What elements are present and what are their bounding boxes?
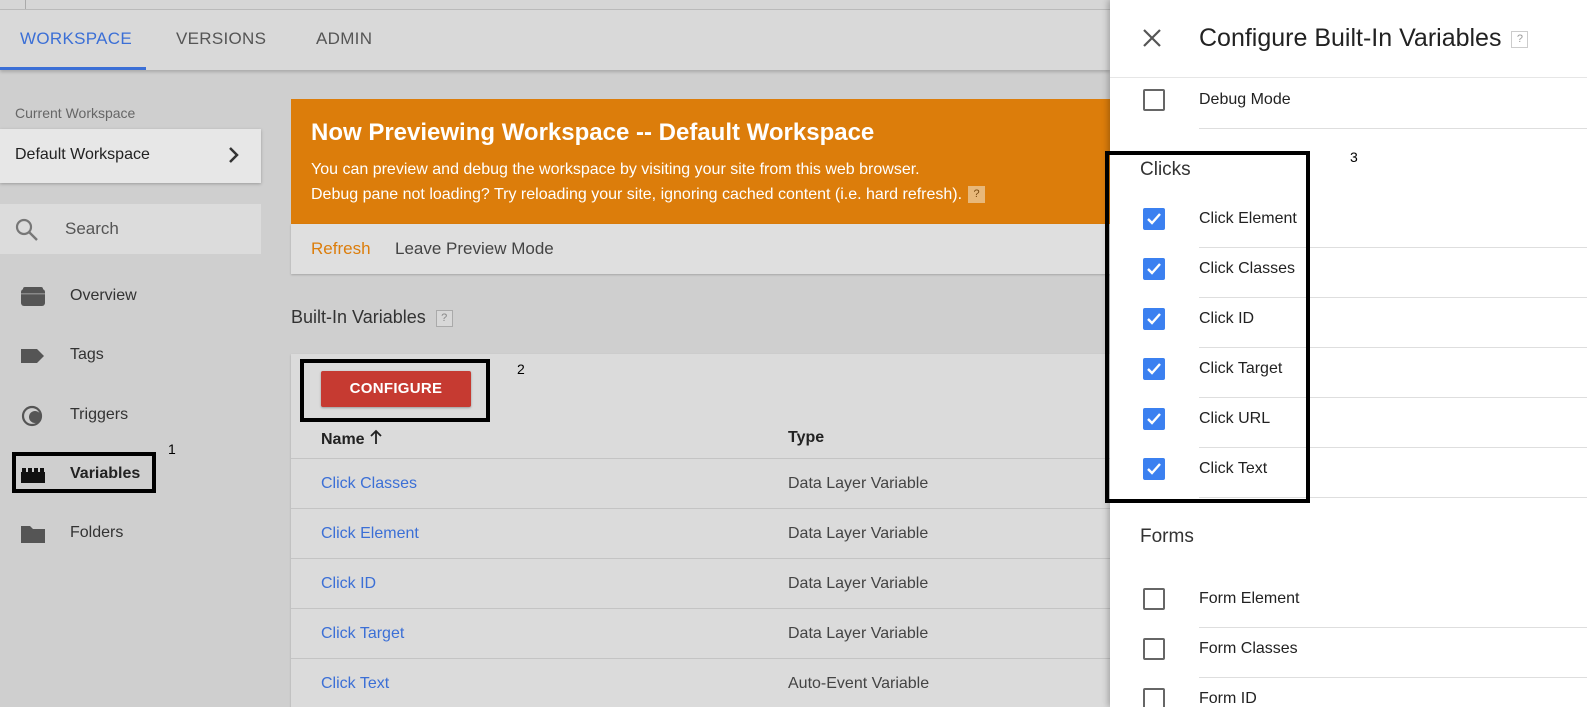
checkbox-label: Debug Mode <box>1199 91 1291 108</box>
close-icon[interactable] <box>1140 26 1164 50</box>
variable-type: Data Layer Variable <box>788 475 929 492</box>
checkbox[interactable] <box>1143 89 1165 111</box>
checkbox[interactable] <box>1143 638 1165 660</box>
divider <box>1110 77 1587 78</box>
table-row: Click Classes Data Layer Variable <box>291 458 1110 508</box>
workspace-name: Default Workspace <box>15 146 150 163</box>
tab-admin[interactable]: ADMIN <box>316 10 372 70</box>
sidebar-item-label: Tags <box>70 346 104 363</box>
variable-name-link[interactable]: Click Text <box>321 675 389 693</box>
checkbox[interactable] <box>1143 688 1165 707</box>
workspace-selector[interactable]: Default Workspace <box>0 129 261 183</box>
annotation-number-1: 1 <box>168 441 176 457</box>
search-box[interactable]: Search <box>0 204 261 254</box>
checkbox-label: Form ID <box>1199 690 1257 707</box>
column-header-name[interactable]: Name <box>321 429 383 449</box>
banner-actions: Refresh Leave Preview Mode <box>291 224 1110 274</box>
top-strip <box>0 0 1110 10</box>
builtin-variables-title: Built-In Variables? <box>291 307 453 328</box>
help-icon[interactable]: ? <box>435 309 453 327</box>
table-row: Click Text Auto-Event Variable <box>291 658 1110 707</box>
sidebar-item-label: Triggers <box>70 406 129 423</box>
folder-icon <box>21 526 45 543</box>
trigger-icon <box>21 405 43 427</box>
checkbox-row-form-id: Form ID <box>1110 678 1587 707</box>
annotation-box-2 <box>300 359 490 422</box>
variable-name-link[interactable]: Click ID <box>321 575 376 593</box>
annotation-box-3 <box>1105 151 1310 503</box>
divider <box>25 0 26 9</box>
checkbox-label: Form Classes <box>1199 640 1298 657</box>
sidebar-item-overview[interactable]: Overview <box>0 277 261 317</box>
banner-title: Now Previewing Workspace -- Default Work… <box>311 119 875 146</box>
header-tabs: WORKSPACE VERSIONS ADMIN <box>0 10 1110 70</box>
banner-line-2-text: Debug pane not loading? Try reloading yo… <box>311 186 963 203</box>
sidebar-item-folders[interactable]: Folders <box>0 514 261 554</box>
column-name-label: Name <box>321 431 365 448</box>
tab-versions[interactable]: VERSIONS <box>176 10 266 70</box>
annotation-box-1 <box>12 452 156 493</box>
divider <box>1199 128 1587 129</box>
variable-name-link[interactable]: Click Classes <box>321 475 417 493</box>
table-row: Click Element Data Layer Variable <box>291 508 1110 558</box>
help-icon[interactable]: ? <box>968 186 986 204</box>
tab-workspace[interactable]: WORKSPACE <box>0 10 146 70</box>
banner-line-2: Debug pane not loading? Try reloading yo… <box>311 186 986 204</box>
preview-banner: Now Previewing Workspace -- Default Work… <box>291 99 1110 224</box>
table-row: Click ID Data Layer Variable <box>291 558 1110 608</box>
variable-type: Data Layer Variable <box>788 525 929 542</box>
panel-title-text: Configure Built-In Variables <box>1199 24 1502 52</box>
annotation-number-2: 2 <box>517 361 525 377</box>
search-icon <box>15 218 38 241</box>
sidebar-item-label: Overview <box>70 287 137 304</box>
checkbox-row-form-classes: Form Classes <box>1110 628 1587 678</box>
builtin-variables-label: Built-In Variables <box>291 307 426 327</box>
leave-preview-link[interactable]: Leave Preview Mode <box>395 239 554 259</box>
checkbox-row-debug-mode: Debug Mode <box>1110 79 1587 129</box>
checkbox[interactable] <box>1143 588 1165 610</box>
variable-name-link[interactable]: Click Target <box>321 625 404 643</box>
checkbox-label: Form Element <box>1199 590 1300 607</box>
variable-name-link[interactable]: Click Element <box>321 525 419 543</box>
overview-icon <box>21 287 45 306</box>
banner-line-1: You can preview and debug the workspace … <box>311 161 920 178</box>
configure-panel: Configure Built-In Variables? Debug Mode… <box>1105 0 1587 707</box>
annotation-number-3: 3 <box>1350 149 1358 165</box>
group-title-forms: Forms <box>1140 526 1194 547</box>
sidebar-item-triggers[interactable]: Triggers <box>0 396 261 436</box>
variable-type: Auto-Event Variable <box>788 675 930 692</box>
variable-type: Data Layer Variable <box>788 575 929 592</box>
column-header-type: Type <box>788 429 825 446</box>
refresh-link[interactable]: Refresh <box>311 239 371 259</box>
sidebar-item-tags[interactable]: Tags <box>0 336 261 376</box>
current-workspace-label: Current Workspace <box>15 105 136 121</box>
table-row: Click Target Data Layer Variable <box>291 608 1110 658</box>
panel-title: Configure Built-In Variables? <box>1199 24 1529 53</box>
tag-icon <box>21 349 44 363</box>
sidebar-item-label: Folders <box>70 524 124 541</box>
arrow-up-icon <box>370 429 382 444</box>
chevron-right-icon <box>229 147 239 163</box>
variable-type: Data Layer Variable <box>788 625 929 642</box>
search-input[interactable]: Search <box>65 219 119 239</box>
help-icon[interactable]: ? <box>1511 30 1529 48</box>
checkbox-row-form-element: Form Element <box>1110 578 1587 628</box>
